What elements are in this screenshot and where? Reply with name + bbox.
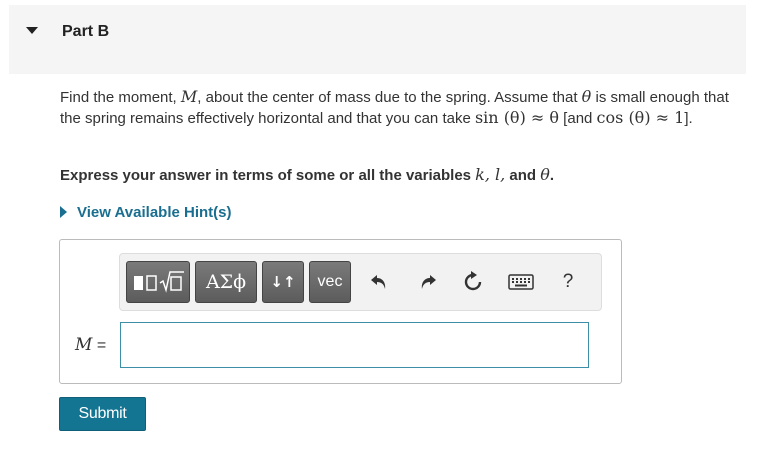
redo-icon bbox=[421, 275, 436, 289]
greek-symbols-button[interactable]: ΑΣϕ bbox=[195, 261, 257, 303]
undo-icon bbox=[371, 275, 386, 289]
hint-caret-icon bbox=[60, 206, 67, 218]
reset-icon bbox=[464, 271, 482, 291]
keyboard-icon bbox=[508, 274, 534, 290]
answer-input[interactable] bbox=[120, 322, 589, 368]
problem-statement: Find the moment, M, about the center of … bbox=[60, 87, 729, 127]
reset-button[interactable] bbox=[461, 270, 485, 294]
var-M: M bbox=[180, 87, 198, 106]
answer-label: M = bbox=[75, 335, 107, 355]
keyboard-button[interactable] bbox=[508, 270, 534, 294]
collapse-caret-icon[interactable] bbox=[26, 27, 38, 34]
express-instruction: Express your answer in terms of some or … bbox=[60, 165, 555, 184]
redo-button[interactable] bbox=[416, 270, 440, 294]
view-hints-link[interactable]: View Available Hint(s) bbox=[60, 204, 232, 221]
cos-approx: cos (θ) ≈ 1 bbox=[596, 108, 685, 127]
undo-button[interactable] bbox=[367, 270, 391, 294]
subsup-button[interactable]: ↓↑ bbox=[262, 261, 304, 303]
sin-approx: sin (θ) ≈ θ bbox=[474, 108, 560, 127]
vector-button[interactable]: vec bbox=[309, 261, 351, 303]
part-header[interactable] bbox=[9, 5, 746, 74]
part-title: Part B bbox=[62, 23, 110, 40]
templates-icon bbox=[134, 271, 184, 293]
help-button[interactable]: ? bbox=[556, 270, 580, 294]
submit-button[interactable]: Submit bbox=[59, 397, 146, 431]
templates-button[interactable] bbox=[126, 261, 190, 303]
